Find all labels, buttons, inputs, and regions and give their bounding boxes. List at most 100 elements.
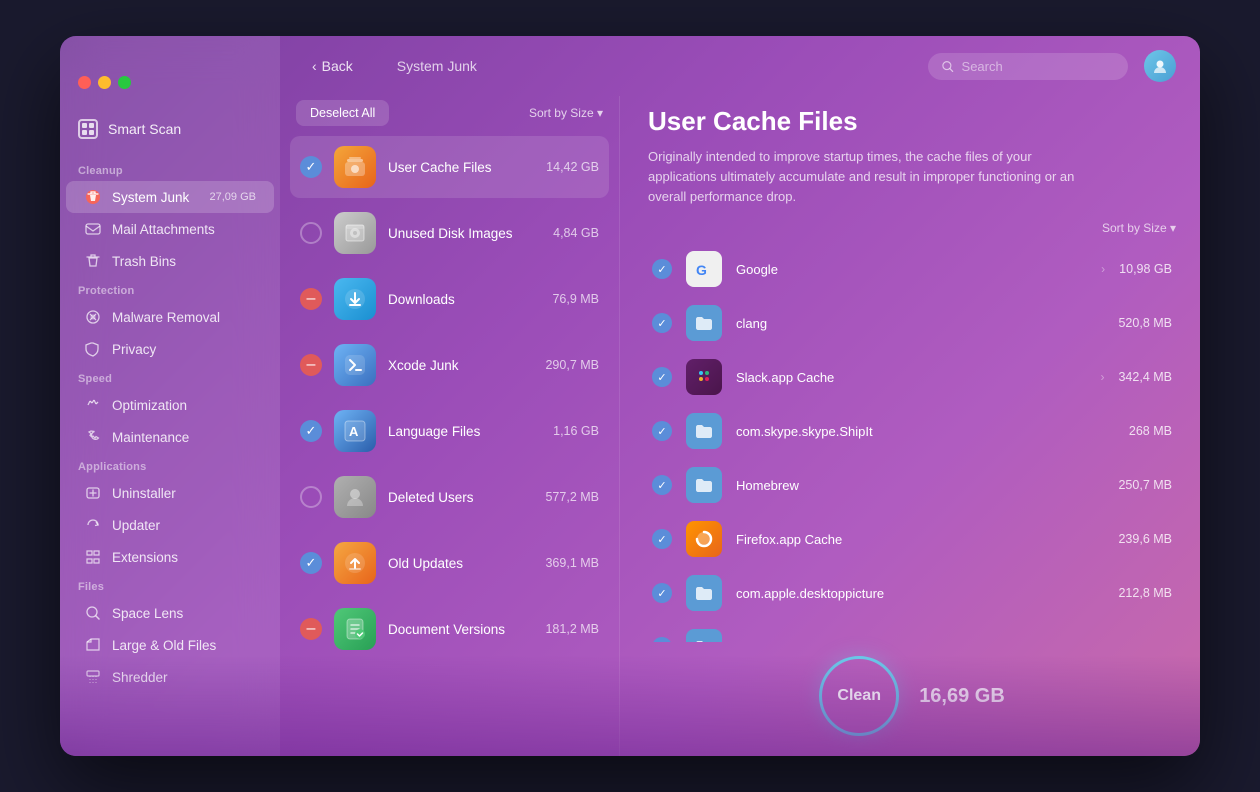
detail-item[interactable]: ✓ clang 520,8 MB — [648, 297, 1176, 349]
list-item-name: Document Versions — [388, 622, 533, 637]
detail-item[interactable]: ✓ com.tinyspeck.slackmacgap.ShipIt 209,4… — [648, 621, 1176, 642]
detail-item-check: ✓ — [652, 529, 672, 549]
google-icon: G — [686, 251, 722, 287]
malware-icon — [84, 308, 102, 326]
sidebar-item-maintenance[interactable]: Maintenance — [66, 421, 274, 453]
detail-item-check: ✓ — [652, 421, 672, 441]
detail-item[interactable]: ✓ com.skype.skype.ShipIt 268 MB — [648, 405, 1176, 457]
language-icon: A — [334, 410, 376, 452]
user-avatar[interactable] — [1144, 50, 1176, 82]
sidebar-item-smart-scan[interactable]: Smart Scan — [60, 111, 280, 147]
close-traffic-light[interactable] — [78, 76, 91, 89]
list-item-name: Xcode Junk — [388, 358, 533, 373]
sidebar-item-space-lens[interactable]: Space Lens — [66, 597, 274, 629]
updater-icon — [84, 516, 102, 534]
list-item-size: 181,2 MB — [545, 622, 599, 636]
sidebar-item-malware-removal[interactable]: Malware Removal — [66, 301, 274, 333]
back-label: Back — [322, 58, 353, 74]
list-item[interactable]: ✓ A Language Files 1,16 GB — [290, 400, 609, 462]
downloads-icon — [334, 278, 376, 320]
extensions-label: Extensions — [112, 550, 178, 565]
detail-item-size: 342,4 MB — [1118, 370, 1172, 384]
sidebar-item-uninstaller[interactable]: Uninstaller — [66, 477, 274, 509]
list-item-size: 76,9 MB — [552, 292, 599, 306]
sidebar-item-shredder[interactable]: Shredder — [66, 661, 274, 693]
list-item[interactable]: ✓ Old Updates 369,1 MB — [290, 532, 609, 594]
list-item-size: 577,2 MB — [545, 490, 599, 504]
detail-item-check: ✓ — [652, 475, 672, 495]
app-window: Smart Scan Cleanup System Junk 27,09 GB — [60, 36, 1200, 756]
sidebar-item-trash-bins[interactable]: Trash Bins — [66, 245, 274, 277]
clean-button[interactable]: Clean — [819, 656, 899, 736]
list-toolbar: Deselect All Sort by Size ▾ — [290, 96, 609, 136]
detail-item[interactable]: ✓ com.apple.desktoppicture 212,8 MB — [648, 567, 1176, 619]
svg-text:A: A — [349, 424, 359, 439]
deleted-users-icon — [334, 476, 376, 518]
detail-pane: User Cache Files Originally intended to … — [620, 96, 1200, 756]
list-item-name: Deleted Users — [388, 490, 533, 505]
list-item[interactable]: – Document Versions 181,2 MB — [290, 598, 609, 660]
back-button[interactable]: ‹ Back — [304, 54, 361, 78]
sidebar: Smart Scan Cleanup System Junk 27,09 GB — [60, 36, 280, 756]
search-bar[interactable] — [928, 53, 1128, 80]
detail-item[interactable]: ✓ G Google › 10,98 GB — [648, 243, 1176, 295]
list-item-name: Downloads — [388, 292, 540, 307]
sidebar-item-optimization[interactable]: Optimization — [66, 389, 274, 421]
smart-scan-label: Smart Scan — [108, 121, 181, 137]
sidebar-item-system-junk[interactable]: System Junk 27,09 GB — [66, 181, 274, 213]
detail-sort-button[interactable]: Sort by Size ▾ — [648, 221, 1176, 235]
list-sort-button[interactable]: Sort by Size ▾ — [529, 106, 603, 120]
list-item[interactable]: ✓ User Cache Files 14,42 GB — [290, 136, 609, 198]
sidebar-item-privacy[interactable]: Privacy — [66, 333, 274, 365]
search-input[interactable] — [962, 59, 1114, 74]
maintenance-icon — [84, 428, 102, 446]
detail-item-check: ✓ — [652, 367, 672, 387]
trash-icon — [84, 252, 102, 270]
detail-item[interactable]: ✓ Firefox.app Cache 239,6 MB — [648, 513, 1176, 565]
clean-total: 16,69 GB — [919, 685, 1005, 708]
detail-description: Originally intended to improve startup t… — [648, 147, 1078, 207]
detail-item-check: ✓ — [652, 313, 672, 333]
back-chevron-icon: ‹ — [312, 58, 317, 74]
list-item[interactable]: – Downloads 76,9 MB — [290, 268, 609, 330]
detail-item-size: 212,8 MB — [1118, 586, 1172, 600]
detail-item[interactable]: ✓ Homebrew 250,7 MB — [648, 459, 1176, 511]
mail-attachments-label: Mail Attachments — [112, 222, 215, 237]
list-items: ✓ User Cache Files 14,42 GB — [290, 136, 609, 746]
list-item[interactable]: Unused Disk Images 4,84 GB — [290, 202, 609, 264]
sidebar-item-updater[interactable]: Updater — [66, 509, 274, 541]
list-item[interactable]: – Xcode Junk 290,7 MB — [290, 334, 609, 396]
fullscreen-traffic-light[interactable] — [118, 76, 131, 89]
detail-item-size: 520,8 MB — [1118, 316, 1172, 330]
list-item-name: Old Updates — [388, 556, 533, 571]
malware-removal-label: Malware Removal — [112, 310, 220, 325]
chevron-icon: › — [1101, 262, 1105, 276]
list-item-check: – — [300, 354, 322, 376]
sidebar-section-speed: Speed — [60, 365, 280, 389]
main-content: ‹ Back System Junk — [280, 36, 1200, 756]
folder-icon — [686, 305, 722, 341]
detail-item-name: Homebrew — [736, 478, 1104, 493]
list-item-check: ✓ — [300, 552, 322, 574]
sidebar-item-mail-attachments[interactable]: Mail Attachments — [66, 213, 274, 245]
sidebar-item-extensions[interactable]: Extensions — [66, 541, 274, 573]
list-item-check: – — [300, 618, 322, 640]
sidebar-section-files: Files — [60, 573, 280, 597]
list-pane: Deselect All Sort by Size ▾ ✓ — [280, 96, 620, 756]
detail-item[interactable]: ✓ Slack.app Cache › 342,4 MB — [648, 351, 1176, 403]
sidebar-item-large-old-files[interactable]: Large & Old Files — [66, 629, 274, 661]
folder-icon — [686, 467, 722, 503]
minimize-traffic-light[interactable] — [98, 76, 111, 89]
sidebar-section-protection: Protection — [60, 277, 280, 301]
list-item[interactable]: Deleted Users 577,2 MB — [290, 466, 609, 528]
disk-icon — [334, 212, 376, 254]
detail-item-size: 10,98 GB — [1119, 262, 1172, 276]
list-item-name: Unused Disk Images — [388, 226, 541, 241]
document-icon — [334, 608, 376, 650]
svg-text:G: G — [696, 262, 707, 278]
maintenance-label: Maintenance — [112, 430, 189, 445]
mail-icon — [84, 220, 102, 238]
clean-button-area: Clean 16,69 GB — [648, 642, 1176, 736]
list-item-check: ✓ — [300, 420, 322, 442]
deselect-all-button[interactable]: Deselect All — [296, 100, 389, 126]
